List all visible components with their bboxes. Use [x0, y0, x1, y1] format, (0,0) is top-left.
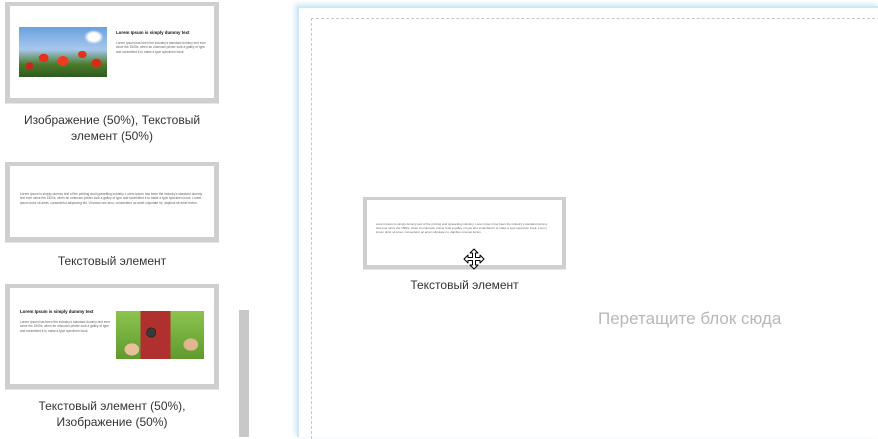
dragged-block[interactable]: Lorem Ipsum is simply dummy text of the … — [363, 197, 566, 293]
block-image-text[interactable]: Lorem Ipsum is simply dummy text Lorem I… — [5, 2, 219, 144]
camera-image — [116, 311, 204, 359]
move-cursor-icon — [463, 248, 485, 270]
drop-hint: Перетащите блок сюда — [598, 309, 782, 328]
block-preview-frame: Lorem Ipsum is simply dummy text of the … — [5, 162, 219, 243]
flowers-image — [19, 27, 107, 77]
preview-text: Lorem Ipsum is simply dummy text of the … — [20, 192, 203, 205]
block-text[interactable]: Lorem Ipsum is simply dummy text of the … — [5, 162, 219, 269]
preview-heading: Lorem Ipsum is simply dummy text — [116, 30, 190, 35]
block-caption: Текстовый элемент — [410, 278, 519, 292]
block-library-sidebar: Lorem Ipsum is simply dummy text Lorem I… — [0, 0, 250, 437]
sidebar-scrollbar-thumb[interactable] — [239, 310, 249, 437]
preview-heading: Lorem Ipsum is simply dummy text — [20, 309, 94, 314]
block-caption: Текстовый элемент (50%), Изображение (50… — [38, 399, 186, 429]
block-text-image[interactable]: Lorem Ipsum is simply dummy text Lorem I… — [5, 284, 219, 430]
block-caption: Текстовый элемент — [57, 254, 167, 268]
block-caption: Изображение (50%), Текстовый элемент (50… — [23, 113, 201, 143]
preview-text: Lorem Ipsum has been the industry's stan… — [116, 41, 206, 54]
block-preview-frame: Lorem Ipsum is simply dummy text Lorem I… — [5, 284, 219, 390]
block-preview: Lorem Ipsum is simply dummy text Lorem I… — [10, 288, 214, 384]
preview-text: Lorem Ipsum is simply dummy text of the … — [376, 222, 548, 235]
preview-text: Lorem Ipsum has been the industry's stan… — [20, 320, 110, 333]
block-preview: Lorem Ipsum is simply dummy text Lorem I… — [10, 6, 214, 98]
block-preview-frame: Lorem Ipsum is simply dummy text Lorem I… — [5, 2, 219, 104]
block-preview: Lorem Ipsum is simply dummy text of the … — [10, 166, 214, 237]
